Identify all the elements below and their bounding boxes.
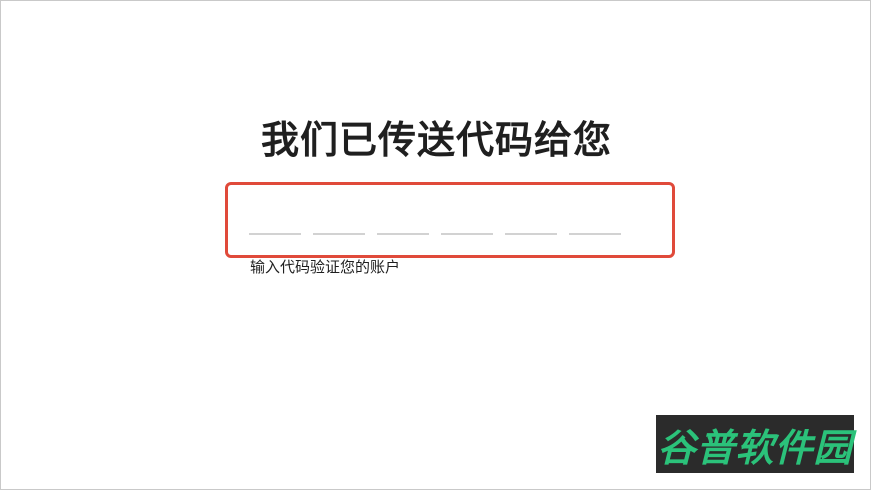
code-digit-5[interactable]	[505, 233, 557, 235]
watermark-text: 谷普软件园	[657, 425, 853, 470]
watermark-logo: 谷普软件园	[656, 415, 854, 473]
code-digit-1[interactable]	[249, 233, 301, 235]
code-digit-4[interactable]	[441, 233, 493, 235]
window-frame: 我们已传送代码给您 输入代码验证您的账户 B 返回 谷普软件园	[0, 0, 871, 490]
code-digit-3[interactable]	[377, 233, 429, 235]
verification-code-input[interactable]	[225, 182, 675, 258]
code-digit-6[interactable]	[569, 233, 621, 235]
instruction-text: 输入代码验证您的账户	[250, 258, 401, 276]
page-title: 我们已传送代码给您	[260, 118, 612, 162]
code-digit-slots	[249, 233, 621, 235]
code-digit-2[interactable]	[313, 233, 365, 235]
